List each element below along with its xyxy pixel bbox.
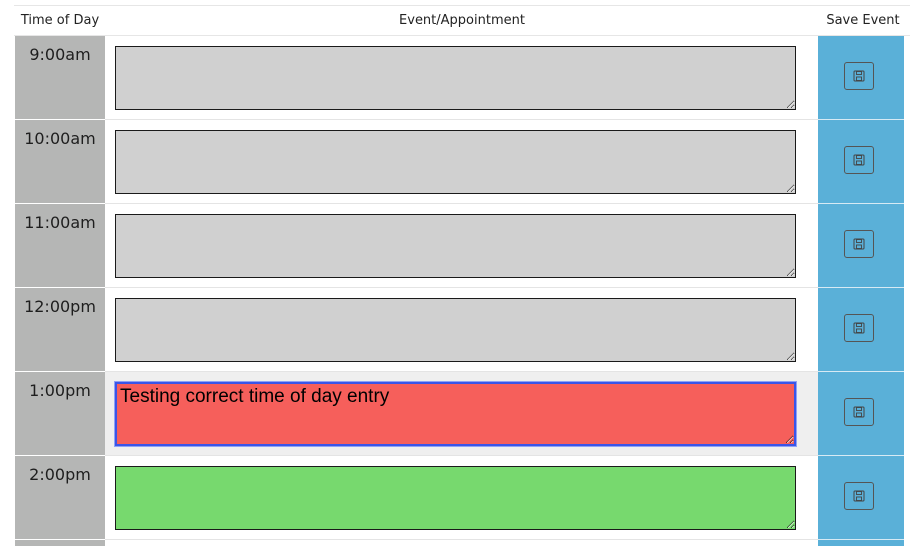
time-of-day-header: Time of Day [20, 13, 100, 28]
time-block-row: 9:00am [14, 36, 910, 120]
save-icon [844, 146, 874, 174]
hour-label: 12:00pm [15, 288, 105, 372]
hour-label: 10:00am [15, 120, 105, 204]
save-icon [844, 62, 874, 90]
event-textarea[interactable]: Testing correct time of day entry [115, 382, 796, 446]
hour-label: 1:00pm [15, 372, 105, 456]
time-block-row: 11:00am [14, 204, 910, 288]
save-icon [844, 482, 874, 510]
event-cell [105, 288, 818, 372]
save-event-header: Save Event [826, 13, 900, 28]
event-textarea[interactable] [115, 466, 796, 530]
event-textarea[interactable] [115, 298, 796, 362]
event-textarea[interactable] [115, 46, 796, 110]
save-button[interactable] [818, 120, 904, 204]
save-button[interactable] [818, 204, 904, 288]
event-textarea[interactable] [115, 214, 796, 278]
save-icon [844, 398, 874, 426]
save-button[interactable] [818, 36, 904, 120]
event-cell: Testing correct time of day entry [105, 372, 818, 456]
save-button[interactable] [818, 456, 904, 540]
event-header: Event/Appointment [399, 13, 525, 28]
hour-label: 2:00pm [15, 456, 105, 540]
save-button[interactable] [818, 288, 904, 372]
event-cell [105, 120, 818, 204]
hour-label: 11:00am [15, 204, 105, 288]
planner-header: Time of Day Event/Appointment Save Event [14, 5, 910, 36]
event-cell [105, 36, 818, 120]
time-block-row: 1:00pm Testing correct time of day entry [14, 372, 910, 456]
day-planner: Time of Day Event/Appointment Save Event… [0, 0, 910, 546]
event-textarea[interactable] [115, 130, 796, 194]
hour-label: 9:00am [15, 36, 105, 120]
time-block-row: 2:00pm [14, 456, 910, 540]
time-block-row: 12:00pm [14, 288, 910, 372]
event-cell [105, 204, 818, 288]
time-block-row: 10:00am [14, 120, 910, 204]
save-button[interactable] [818, 372, 904, 456]
event-cell [105, 456, 818, 540]
save-icon [844, 314, 874, 342]
time-block-row-partial [14, 540, 910, 546]
time-block-list: 9:00am 10:00am 11:00am 12:00pm 1:00pm Te… [14, 36, 910, 546]
hour-cell-partial [15, 540, 105, 546]
save-cell-partial [818, 540, 904, 546]
save-icon [844, 230, 874, 258]
